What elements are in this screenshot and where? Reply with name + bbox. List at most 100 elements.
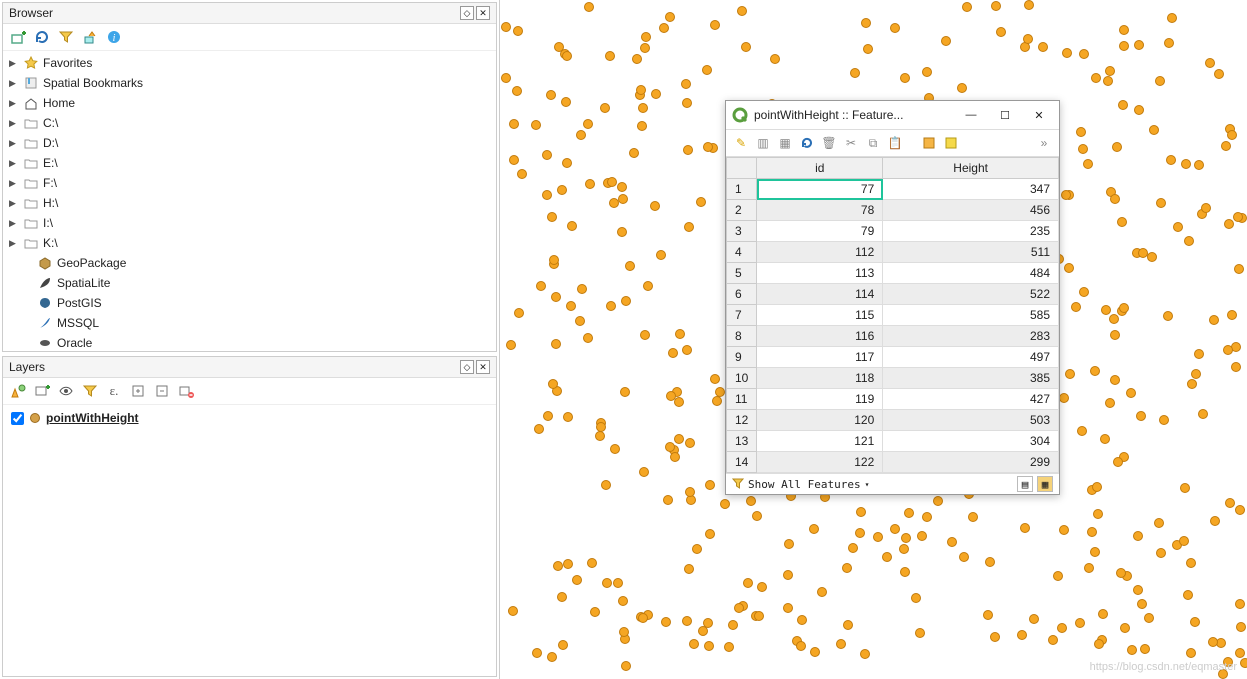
map-point[interactable]: [621, 661, 631, 671]
cell-id[interactable]: 115: [757, 305, 883, 326]
row-header[interactable]: 11: [727, 389, 757, 410]
map-point[interactable]: [728, 620, 738, 630]
map-point[interactable]: [637, 121, 647, 131]
map-point[interactable]: [991, 1, 1001, 11]
paste-icon[interactable]: 📋: [886, 134, 904, 152]
map-point[interactable]: [501, 73, 511, 83]
map-point[interactable]: [1180, 483, 1190, 493]
collapse-all-icon[interactable]: [153, 382, 171, 400]
map-point[interactable]: [1234, 264, 1244, 274]
add-group-icon[interactable]: [33, 382, 51, 400]
map-point[interactable]: [917, 531, 927, 541]
expression-icon[interactable]: ε.: [105, 382, 123, 400]
row-header[interactable]: 5: [727, 263, 757, 284]
panel-close-icon[interactable]: ✕: [476, 6, 490, 20]
map-point[interactable]: [563, 412, 573, 422]
tree-expand-icon[interactable]: ▶: [9, 194, 19, 212]
map-point[interactable]: [1223, 345, 1233, 355]
map-point[interactable]: [757, 582, 767, 592]
map-point[interactable]: [1140, 644, 1150, 654]
map-point[interactable]: [651, 89, 661, 99]
cell-id[interactable]: 122: [757, 452, 883, 473]
map-point[interactable]: [636, 85, 646, 95]
browser-tree-item[interactable]: ▶F:\: [7, 173, 492, 193]
map-point[interactable]: [783, 570, 793, 580]
map-point[interactable]: [621, 296, 631, 306]
map-point[interactable]: [547, 212, 557, 222]
map-point[interactable]: [620, 387, 630, 397]
map-point[interactable]: [618, 596, 628, 606]
map-point[interactable]: [1186, 558, 1196, 568]
map-point[interactable]: [1227, 310, 1237, 320]
map-point[interactable]: [617, 227, 627, 237]
browser-tree-item[interactable]: ▶Spatial Bookmarks: [7, 73, 492, 93]
map-point[interactable]: [1120, 623, 1130, 633]
map-point[interactable]: [1119, 25, 1129, 35]
map-point[interactable]: [551, 339, 561, 349]
map-point[interactable]: [836, 639, 846, 649]
remove-layer-icon[interactable]: [177, 382, 195, 400]
row-header[interactable]: 14: [727, 452, 757, 473]
map-point[interactable]: [563, 559, 573, 569]
map-point[interactable]: [1059, 393, 1069, 403]
map-point[interactable]: [682, 98, 692, 108]
map-point[interactable]: [665, 12, 675, 22]
map-point[interactable]: [1083, 159, 1093, 169]
cell-id[interactable]: 118: [757, 368, 883, 389]
map-point[interactable]: [659, 23, 669, 33]
browser-tree[interactable]: ▶Favorites▶Spatial Bookmarks▶Home▶C:\▶D:…: [3, 51, 496, 351]
edit-pencil-icon[interactable]: ✎: [732, 134, 750, 152]
map-point[interactable]: [1223, 657, 1233, 667]
map-point[interactable]: [1119, 41, 1129, 51]
map-point[interactable]: [1127, 645, 1137, 655]
map-point[interactable]: [641, 32, 651, 42]
map-point[interactable]: [1065, 369, 1075, 379]
cell-id[interactable]: 114: [757, 284, 883, 305]
info-icon[interactable]: i: [105, 28, 123, 46]
map-point[interactable]: [562, 158, 572, 168]
map-point[interactable]: [585, 179, 595, 189]
map-point[interactable]: [1087, 527, 1097, 537]
map-point[interactable]: [1184, 236, 1194, 246]
map-point[interactable]: [1187, 379, 1197, 389]
layer-item[interactable]: pointWithHeight: [7, 409, 492, 427]
map-point[interactable]: [1091, 73, 1101, 83]
tree-expand-icon[interactable]: ▶: [9, 134, 19, 152]
browser-tree-item[interactable]: MSSQL: [7, 313, 492, 333]
map-point[interactable]: [933, 496, 943, 506]
map-point[interactable]: [734, 603, 744, 613]
map-point[interactable]: [696, 197, 706, 207]
cell-id[interactable]: 120: [757, 410, 883, 431]
map-point[interactable]: [689, 639, 699, 649]
map-point[interactable]: [1053, 571, 1063, 581]
cell-id[interactable]: 113: [757, 263, 883, 284]
map-point[interactable]: [900, 567, 910, 577]
map-point[interactable]: [1119, 303, 1129, 313]
panel-undock-icon[interactable]: ◇: [460, 360, 474, 374]
map-point[interactable]: [613, 578, 623, 588]
map-point[interactable]: [683, 145, 693, 155]
map-point[interactable]: [1231, 362, 1241, 372]
form-view-icon[interactable]: ▤: [1017, 476, 1033, 492]
map-point[interactable]: [1098, 609, 1108, 619]
map-point[interactable]: [618, 194, 628, 204]
map-point[interactable]: [1017, 630, 1027, 640]
map-point[interactable]: [962, 2, 972, 12]
map-point[interactable]: [873, 532, 883, 542]
map-point[interactable]: [796, 641, 806, 651]
map-point[interactable]: [1100, 434, 1110, 444]
map-point[interactable]: [890, 23, 900, 33]
map-point[interactable]: [617, 182, 627, 192]
map-point[interactable]: [632, 54, 642, 64]
map-point[interactable]: [587, 558, 597, 568]
map-point[interactable]: [514, 308, 524, 318]
map-point[interactable]: [532, 648, 542, 658]
map-point[interactable]: [567, 221, 577, 231]
cell-id[interactable]: 119: [757, 389, 883, 410]
browser-tree-item[interactable]: GeoPackage: [7, 253, 492, 273]
map-point[interactable]: [606, 301, 616, 311]
map-point[interactable]: [957, 83, 967, 93]
map-point[interactable]: [741, 42, 751, 52]
map-point[interactable]: [1163, 311, 1173, 321]
map-point[interactable]: [842, 563, 852, 573]
